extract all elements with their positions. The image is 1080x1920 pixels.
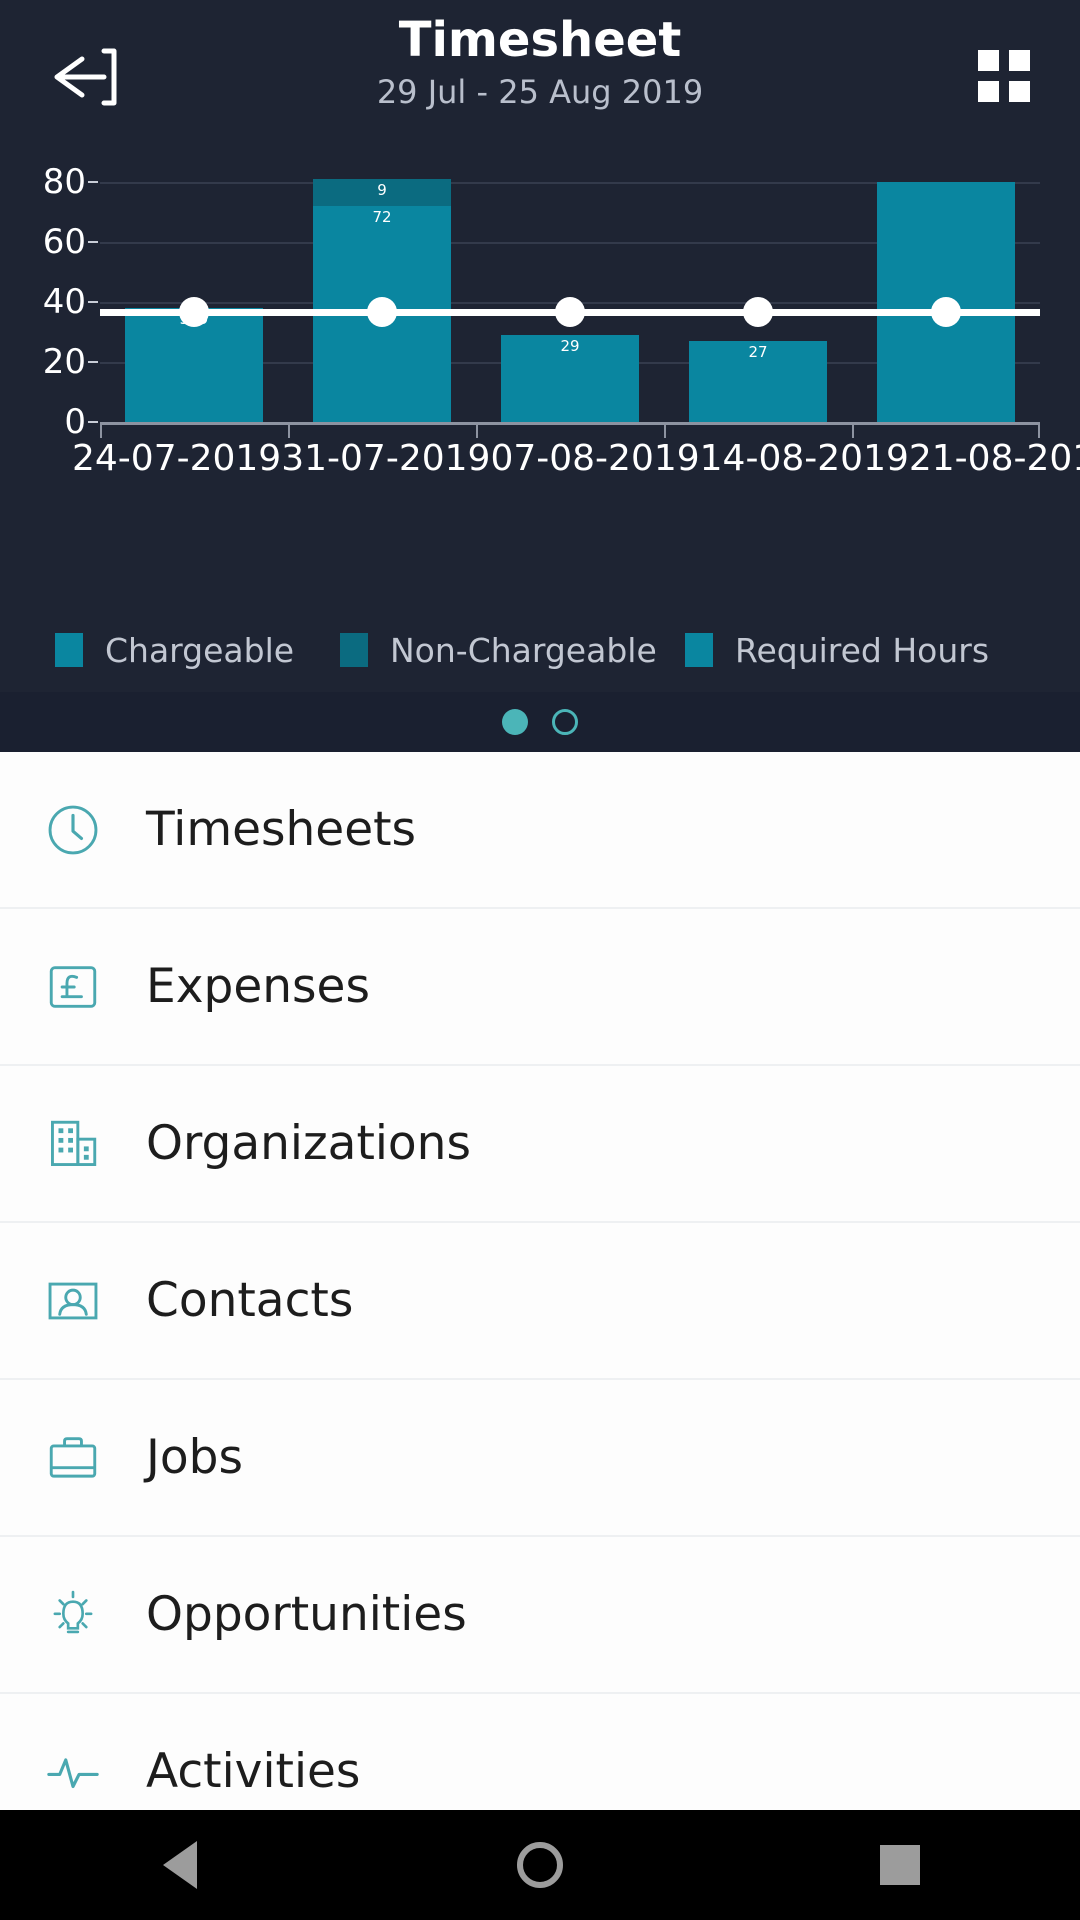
- y-tick-label-60: 60: [42, 222, 86, 262]
- required-hours-point[interactable]: [743, 297, 773, 327]
- legend-label: Required Hours: [735, 630, 990, 670]
- menu-list: Timesheets Expenses Organizations Contac…: [0, 752, 1080, 1920]
- required-hours-point[interactable]: [367, 297, 397, 327]
- chart-legend: Chargeable Non-Chargeable Required Hours: [0, 620, 1080, 680]
- list-item-timesheets[interactable]: Timesheets: [0, 752, 1080, 909]
- legend-item-chargeable[interactable]: Chargeable: [0, 631, 340, 670]
- list-item-organizations[interactable]: Organizations: [0, 1066, 1080, 1223]
- list-item-label: Contacts: [146, 1273, 354, 1328]
- list-item-label: Activities: [146, 1744, 361, 1799]
- pager-dot-inactive[interactable]: [552, 709, 578, 735]
- y-tick-mark-40: [88, 301, 98, 303]
- grid-menu-icon: [978, 50, 1030, 102]
- legend-label: Non-Chargeable: [390, 630, 657, 670]
- legend-swatch-icon: [55, 633, 83, 667]
- briefcase-icon: [0, 1429, 146, 1487]
- clock-icon: [0, 801, 146, 859]
- bar-group[interactable]: 3 .9: [100, 152, 288, 422]
- list-item-label: Expenses: [146, 959, 370, 1014]
- nav-recents-button[interactable]: [840, 1810, 960, 1920]
- bar-group[interactable]: 9 72: [288, 152, 476, 422]
- legend-swatch-icon: [685, 633, 713, 667]
- list-item-label: Opportunities: [146, 1587, 467, 1642]
- legend-label: Chargeable: [105, 630, 295, 670]
- timesheet-chart[interactable]: 80 60 40 20 0 9 72 29 27 24-07-2019 31-0…: [0, 152, 1080, 502]
- pound-currency-icon: [0, 958, 146, 1016]
- required-hours-point[interactable]: [931, 297, 961, 327]
- bar-segment-chargeable: 27: [689, 341, 827, 422]
- contact-card-icon: [0, 1272, 146, 1330]
- building-icon: [0, 1115, 146, 1173]
- list-item-opportunities[interactable]: Opportunities: [0, 1537, 1080, 1694]
- legend-swatch-icon: [340, 633, 368, 667]
- nav-back-button[interactable]: [120, 1810, 240, 1920]
- carousel-pager[interactable]: [0, 692, 1080, 752]
- list-item-label: Timesheets: [146, 802, 417, 857]
- list-item-label: Jobs: [146, 1430, 243, 1485]
- nav-home-button[interactable]: [480, 1810, 600, 1920]
- legend-item-non-chargeable[interactable]: Non-Chargeable: [340, 631, 685, 670]
- dashboard-panel: Timesheet 29 Jul - 25 Aug 2019 80 60 40 …: [0, 0, 1080, 752]
- bar-group[interactable]: 27: [664, 152, 852, 422]
- y-tick-mark-80: [88, 181, 98, 183]
- app-bar: Timesheet 29 Jul - 25 Aug 2019: [0, 0, 1080, 150]
- required-hours-point[interactable]: [179, 297, 209, 327]
- bar-segment-chargeable: 29: [501, 335, 639, 422]
- y-tick-label-40: 40: [42, 282, 86, 322]
- y-tick-label-20: 20: [42, 342, 86, 382]
- plot-area: 3 .9 9 72: [100, 152, 1040, 422]
- y-tick-mark-0: [88, 421, 98, 423]
- x-tick-label: 21-08-2019: [908, 438, 1080, 479]
- pulse-icon: [0, 1743, 146, 1801]
- x-tick-label: 14-08-2019: [699, 438, 909, 479]
- y-tick-mark-20: [88, 361, 98, 363]
- legend-item-required-hours[interactable]: Required Hours: [685, 631, 1015, 670]
- x-axis-labels: 24-07-2019 31-07-2019 07-08-2019 14-08-2…: [72, 436, 1080, 486]
- list-item-contacts[interactable]: Contacts: [0, 1223, 1080, 1380]
- grid-menu-button[interactable]: [972, 46, 1036, 106]
- y-tick-label-0: 0: [64, 402, 86, 442]
- list-item-jobs[interactable]: Jobs: [0, 1380, 1080, 1537]
- bar-series: 3 .9 9 72: [100, 152, 1040, 422]
- bar-group[interactable]: 29: [476, 152, 664, 422]
- date-range-subtitle: 29 Jul - 25 Aug 2019: [376, 73, 704, 111]
- y-axis: 80 60 40 20 0: [0, 152, 100, 439]
- back-triangle-icon: [163, 1841, 197, 1889]
- recents-square-icon: [880, 1845, 920, 1885]
- android-navigation-bar: [0, 1810, 1080, 1920]
- bar-segment-non-chargeable: 9: [313, 179, 451, 206]
- bar-value-label: 27: [748, 343, 768, 361]
- home-circle-icon: [517, 1842, 563, 1888]
- bar-value-label: 72: [372, 208, 392, 226]
- pager-dot-active[interactable]: [502, 709, 528, 735]
- bar-value-label: 9: [377, 181, 387, 199]
- y-tick-mark-60: [88, 241, 98, 243]
- page-title: Timesheet: [398, 12, 682, 68]
- bar-group[interactable]: [852, 152, 1040, 422]
- list-item-expenses[interactable]: Expenses: [0, 909, 1080, 1066]
- x-tick-label: 07-08-2019: [490, 438, 700, 479]
- app-root: Timesheet 29 Jul - 25 Aug 2019 80 60 40 …: [0, 0, 1080, 1920]
- x-tick-label: 31-07-2019: [281, 438, 491, 479]
- lightbulb-icon: [0, 1586, 146, 1644]
- required-hours-point[interactable]: [555, 297, 585, 327]
- y-tick-label-80: 80: [42, 162, 86, 202]
- x-tick-label: 24-07-2019: [72, 438, 282, 479]
- bar-value-label: 29: [560, 337, 580, 355]
- list-item-label: Organizations: [146, 1116, 471, 1171]
